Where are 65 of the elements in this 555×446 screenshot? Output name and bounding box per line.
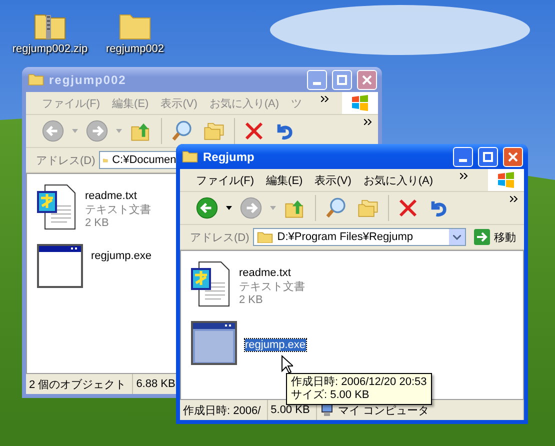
menu-item[interactable]: お気に入り(A) [357,172,440,188]
folder-icon [28,73,44,86]
folder-icon [182,150,198,163]
window-title: Regjump [203,150,256,164]
text-document-icon[interactable] [191,261,231,307]
chevron-down-icon [453,234,461,240]
chevron-icon[interactable] [510,196,518,202]
file-name[interactable]: readme.txt [239,267,291,279]
close-button[interactable] [503,146,523,166]
chevron-icon[interactable] [321,96,330,102]
status-text: 6.88 KB [136,378,176,390]
maximize-button[interactable] [478,146,498,166]
window-title: regjump002 [49,72,128,86]
status-text: 2 個のオブジェクト [29,378,126,392]
file-type: テキスト文書 [239,280,305,294]
dropdown-button[interactable] [449,229,465,245]
minimize-icon [459,159,467,162]
file-type: テキスト文書 [85,202,151,217]
folders-icon[interactable] [203,120,225,142]
file-name[interactable]: readme.txt [85,190,137,202]
status-text: 5.00 KB [270,404,310,416]
file-size: 2 KB [85,217,110,229]
status-text: 作成日時: 2006/ [183,404,261,418]
computer-icon [320,403,334,417]
maximize-icon [337,74,347,84]
maximize-icon [483,152,493,162]
search-icon[interactable] [171,120,193,142]
windows-logo-icon [351,95,369,111]
file-name[interactable]: regjump.exe [91,250,152,262]
menu-item[interactable]: 表示(V) [308,172,358,188]
close-icon [362,74,372,84]
minimize-button[interactable] [307,70,327,90]
desktop-icon-label[interactable]: regjump002.zip [12,43,88,55]
go-arrow-icon [474,229,490,245]
maximize-button[interactable] [332,70,352,90]
delete-icon[interactable] [398,198,418,218]
address-field[interactable]: C:¥Documen [99,151,178,169]
menu-item[interactable]: ファイル(F) [190,172,260,188]
status-text: マイ コンピュータ [338,404,429,418]
search-icon[interactable] [325,197,347,219]
program-window-icon[interactable] [37,244,83,288]
windows-logo-icon [497,172,515,188]
minimize-icon [313,82,321,85]
text-document-icon[interactable] [37,184,77,230]
desktop-icon-label[interactable]: regjump002 [106,43,164,55]
tooltip-text: 作成日時: 2006/12/20 20:53 [291,376,427,389]
zip-folder-icon[interactable] [34,12,66,40]
tooltip-text: サイズ: 5.00 KB [291,389,370,402]
chevron-icon[interactable] [364,119,372,125]
folder-icon[interactable] [119,12,151,40]
menu-item[interactable]: 編集(E) [260,172,309,188]
minimize-button[interactable] [453,146,473,166]
dropdown-caret-icon[interactable] [226,206,232,210]
address-label: アドレス(D) [36,154,96,168]
close-icon [508,152,518,162]
close-button[interactable] [357,70,377,90]
delete-icon[interactable] [244,121,264,141]
address-label: アドレス(D) [190,230,250,244]
go-button[interactable]: 移動 [470,229,520,245]
file-name[interactable]: regjump.exe [245,339,306,351]
chevron-icon[interactable] [460,173,468,179]
folder-icon [257,230,274,244]
folders-icon[interactable] [357,197,379,219]
file-size: 2 KB [239,294,264,306]
address-field[interactable]: D:¥Program Files¥Regjump [253,228,466,246]
